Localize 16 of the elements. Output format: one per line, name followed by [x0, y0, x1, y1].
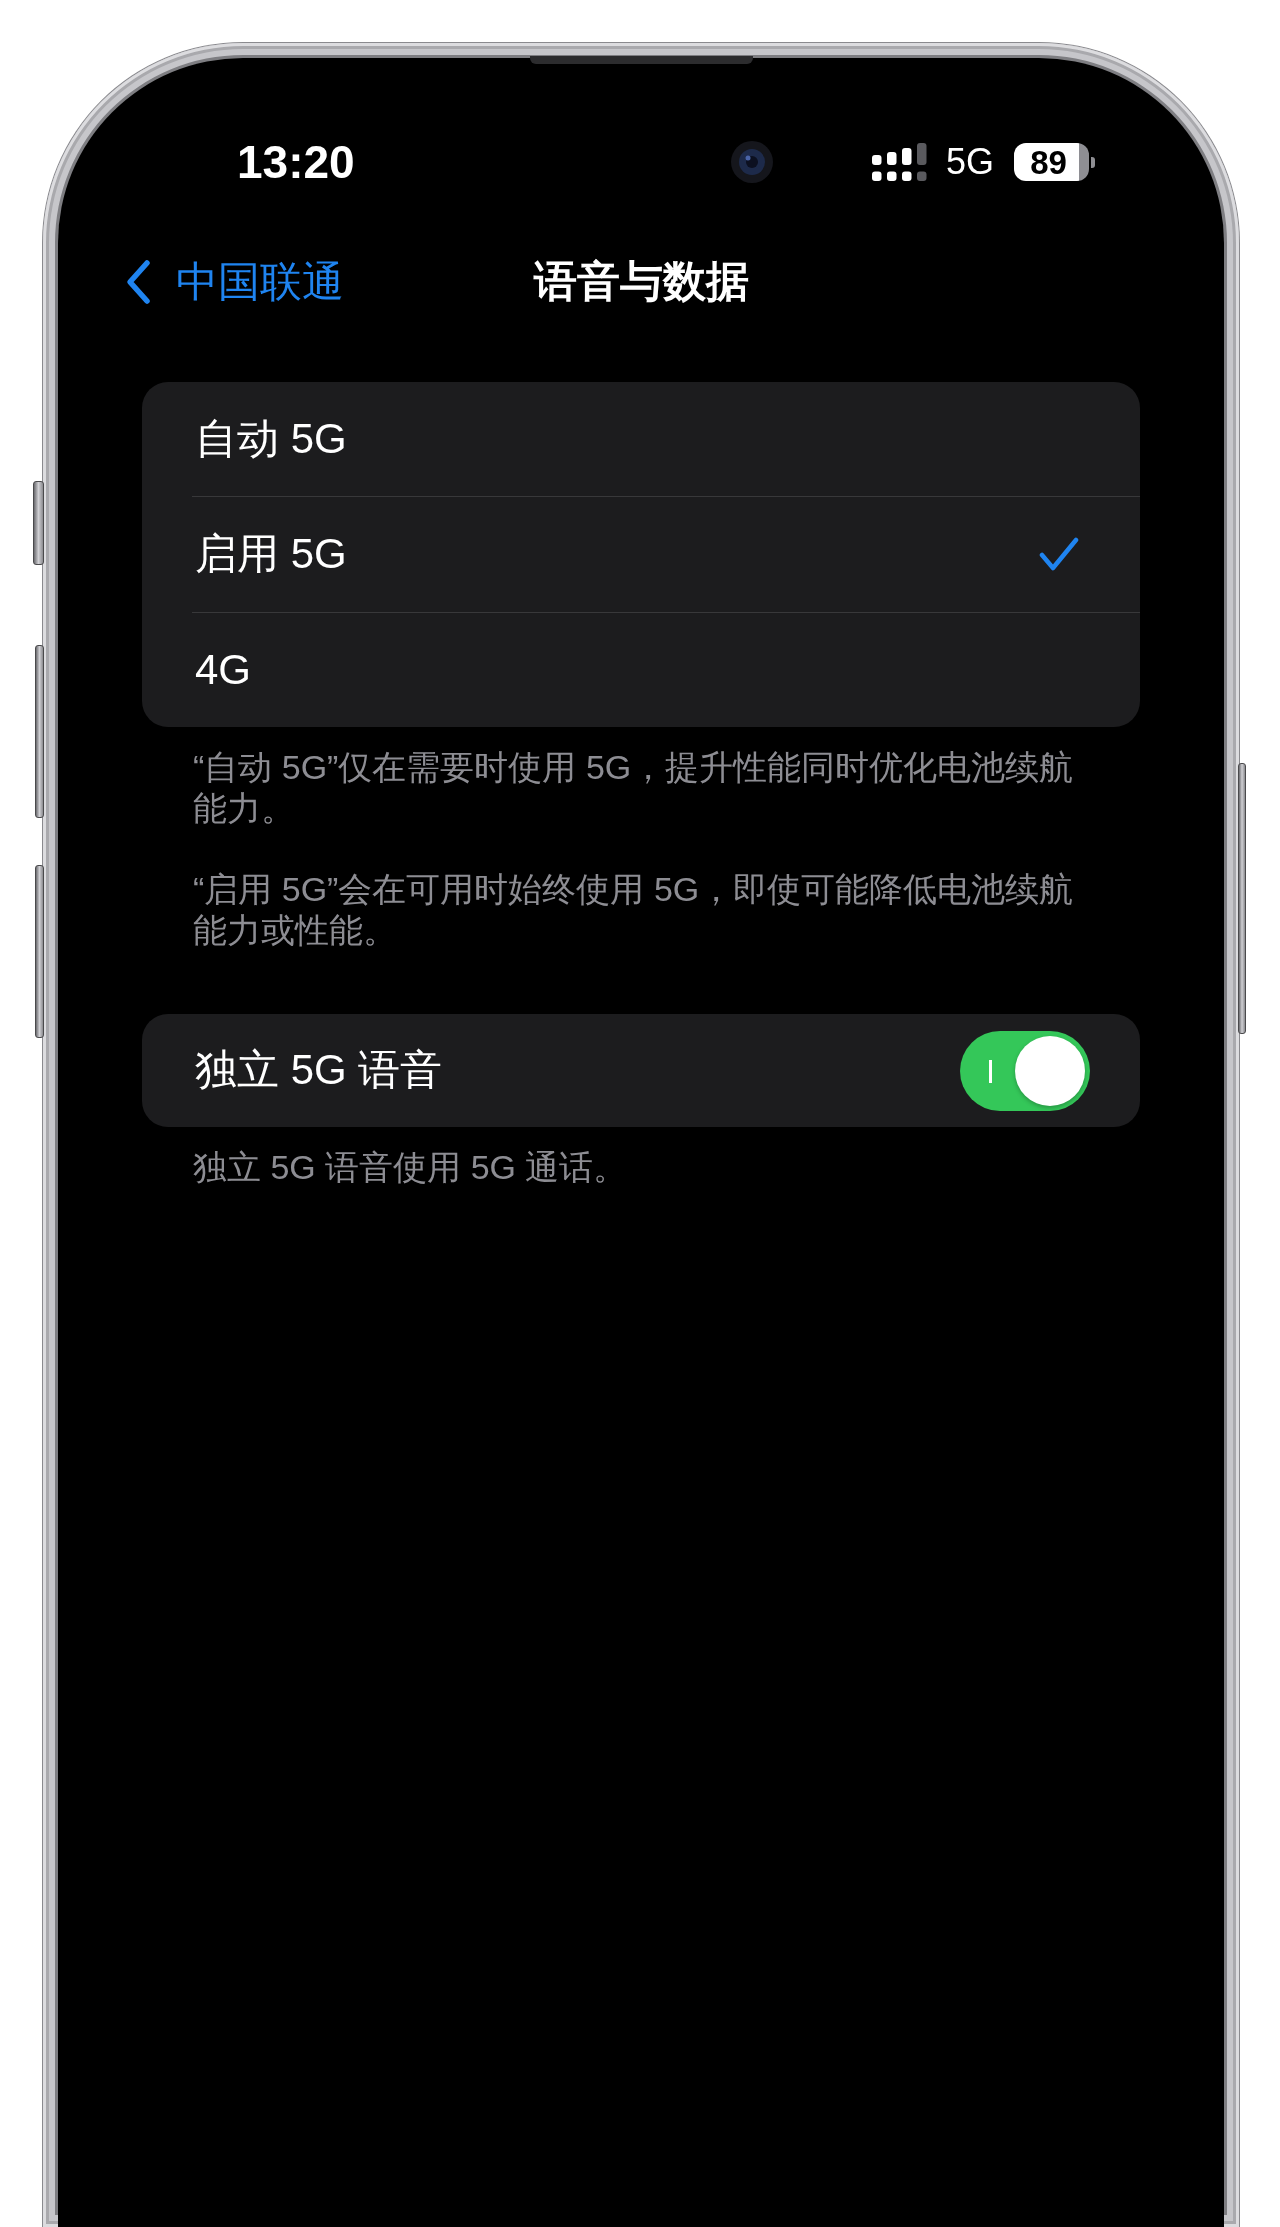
option-row[interactable]: 自动 5G [142, 382, 1140, 497]
battery-indicator: 89 [1014, 143, 1096, 181]
status-time: 13:20 [237, 139, 356, 185]
footnote-text: “启用 5G”会在可用时始终使用 5G，即使可能降低电池续航能力或性能。 [193, 869, 1075, 951]
option-row[interactable]: 4G [142, 612, 1140, 727]
footnote-text: “自动 5G”仅在需要时使用 5G，提升性能同时优化电池续航能力。 [193, 747, 1075, 829]
page-title: 语音与数据 [533, 258, 749, 306]
on-indicator-icon [989, 1059, 992, 1083]
camera-lens-icon [731, 141, 773, 183]
option-row[interactable]: 启用 5G [142, 497, 1140, 612]
signal-strength-icon [871, 143, 927, 181]
chevron-left-icon [125, 259, 151, 305]
setting-label: 独立 5G 语音 [195, 1047, 443, 1094]
network-type: 5G [946, 144, 995, 180]
footnote-text: 独立 5G 语音使用 5G 通话。 [193, 1147, 629, 1188]
back-button[interactable]: 中国联通 [125, 258, 344, 306]
